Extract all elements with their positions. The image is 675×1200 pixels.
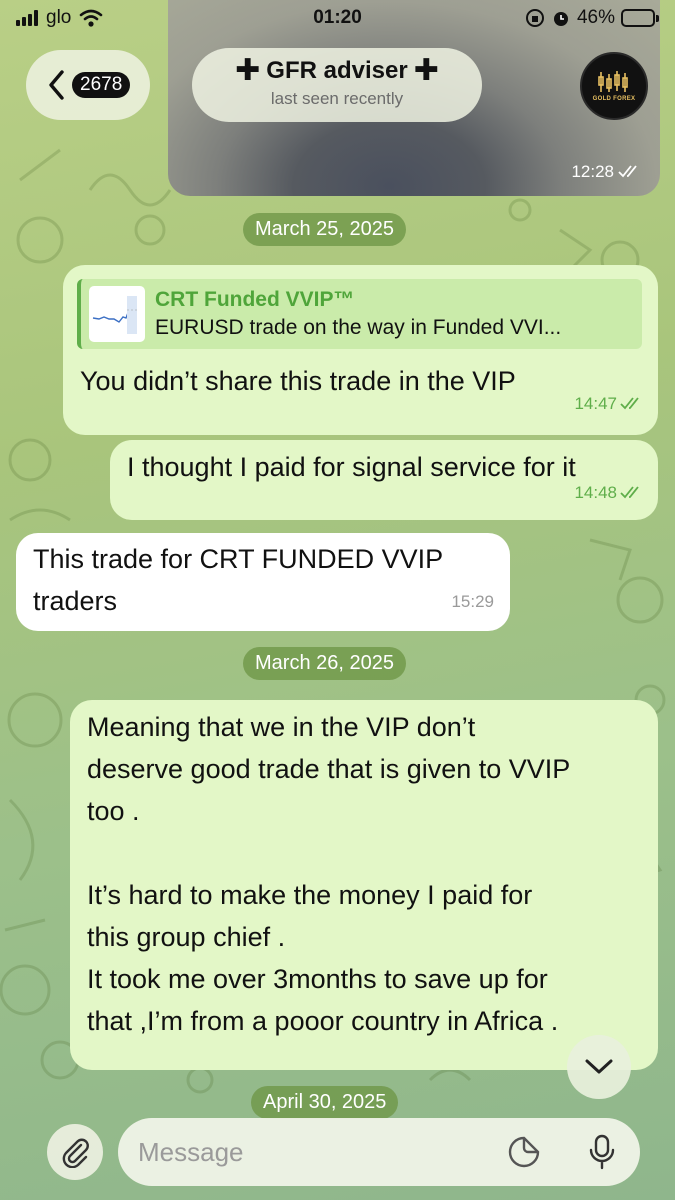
message-time: 14:48 [574,483,617,502]
date-separator: April 30, 2025 [251,1086,399,1119]
message-text-line: This trade for CRT FUNDED VVIP [33,544,444,574]
message-text-line: that ,I’m from a pooor country in Africa… [87,1006,559,1036]
plus-icon: ✚ [413,54,439,87]
chevron-down-icon [585,1059,613,1074]
back-button[interactable]: 2678 [26,50,150,120]
plus-icon: ✚ [235,54,261,87]
incoming-message-bubble[interactable]: This trade for CRT FUNDED VVIP traders 1… [16,533,510,631]
message-input[interactable] [138,1132,498,1172]
sticker-icon[interactable] [506,1134,542,1170]
message-text-line: It took me over 3months to save up for [87,964,548,994]
attach-button[interactable] [47,1124,103,1180]
scroll-to-bottom-button[interactable] [567,1035,631,1099]
chevron-left-icon [49,70,64,100]
chat-title[interactable]: ✚ GFR adviser ✚ last seen recently [192,48,482,122]
orientation-lock-icon [525,9,544,27]
date-separator: March 26, 2025 [243,647,406,680]
message-text-line: traders [33,586,118,616]
voice-record-button[interactable] [580,1130,624,1174]
message-text-line: this group chief . [87,922,286,952]
video-timestamp: 12:28 [571,162,614,181]
message-text: I thought I paid for signal service for … [127,452,576,482]
avatar[interactable]: GOLD FOREX [580,52,648,120]
quoted-message-text: EURUSD trade on the way in Funded VVI... [155,316,562,339]
message-text-line: Meaning that we in the VIP don’t [87,712,476,742]
read-checkmarks-icon [620,486,639,499]
message-text-line: deserve good trade that is given to VVIP [87,754,571,784]
outgoing-message-bubble[interactable]: CRT Funded VVIP™ EURUSD trade on the way… [63,265,658,435]
read-checkmarks-icon [620,397,639,410]
message-time: 15:29 [451,592,494,611]
battery-percent: 46% [576,7,615,28]
quoted-message[interactable]: CRT Funded VVIP™ EURUSD trade on the way… [77,279,642,349]
outgoing-message-bubble[interactable]: Meaning that we in the VIP don’t deserve… [70,700,658,1070]
outgoing-message-bubble[interactable]: I thought I paid for signal service for … [110,440,658,520]
unread-count-badge: 2678 [72,72,131,98]
battery-icon [621,9,659,27]
message-text: You didn’t share this trade in the VIP [80,366,516,396]
paperclip-icon [62,1138,89,1168]
last-seen-status: last seen recently [270,89,404,108]
alarm-icon [553,12,568,26]
status-bar: glo 01:20 46% [0,0,675,36]
message-text-line: It’s hard to make the money I paid for [87,880,533,910]
microphone-icon [589,1134,615,1170]
quoted-message-sender: CRT Funded VVIP™ [155,288,355,311]
message-time: 14:47 [574,394,617,413]
quoted-chart-thumbnail [89,286,145,342]
message-composer[interactable] [118,1118,640,1186]
date-separator: March 25, 2025 [243,213,406,246]
avatar-logo-text: GOLD FOREX [592,96,636,102]
read-checkmarks-icon [618,165,637,178]
chat-name: GFR adviser [266,57,408,84]
message-text-line: too . [87,796,140,826]
candlestick-logo-icon [598,71,628,92]
